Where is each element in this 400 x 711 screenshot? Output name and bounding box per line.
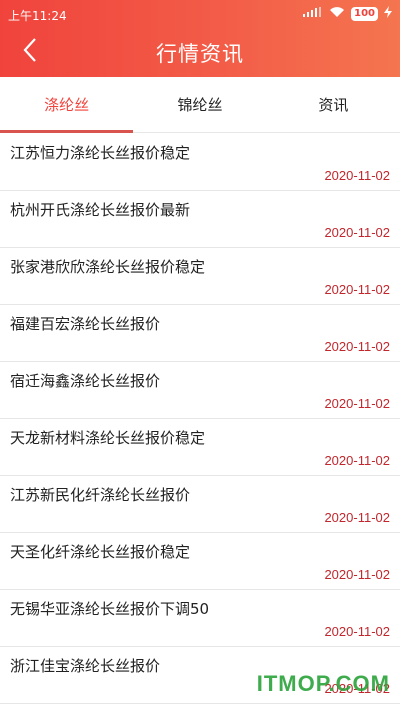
- status-icons: 100: [303, 6, 392, 21]
- item-title: 宿迁海鑫涤纶长丝报价: [10, 372, 161, 390]
- item-title: 福建百宏涤纶长丝报价: [10, 315, 161, 333]
- item-title: 浙江佳宝涤纶长丝报价: [10, 657, 161, 675]
- list-item[interactable]: 天圣化纤涤纶长丝报价稳定 2020-11-02: [0, 533, 400, 590]
- item-title: 无锡华亚涤纶长丝报价下调50: [10, 600, 210, 618]
- signal-icon: [303, 7, 323, 20]
- list-item[interactable]: 江苏新民化纤涤纶长丝报价 2020-11-02: [0, 476, 400, 533]
- item-date: 2020-11-02: [324, 624, 390, 639]
- tab-polyester[interactable]: 涤纶丝: [0, 77, 134, 133]
- item-title: 江苏恒力涤纶长丝报价稳定: [10, 144, 191, 162]
- list-item[interactable]: 无锡华亚涤纶长丝报价下调50 2020-11-02: [0, 590, 400, 647]
- item-date: 2020-11-02: [324, 396, 390, 411]
- watermark: ITMOP.COM: [256, 671, 390, 696]
- wifi-icon: [329, 6, 345, 21]
- charging-icon: [384, 6, 392, 21]
- tab-nylon[interactable]: 锦纶丝: [133, 77, 266, 132]
- list-item[interactable]: 福建百宏涤纶长丝报价 2020-11-02: [0, 305, 400, 362]
- status-time: 上午11:24: [8, 9, 67, 23]
- item-title: 张家港欣欣涤纶长丝报价稳定: [10, 258, 206, 276]
- app-header: 上午11:24 100 行情资讯: [0, 0, 400, 77]
- item-title: 天圣化纤涤纶长丝报价稳定: [10, 543, 191, 561]
- page-title: 行情资讯: [156, 42, 244, 66]
- item-title: 天龙新材料涤纶长丝报价稳定: [10, 429, 206, 447]
- item-date: 2020-11-02: [324, 168, 390, 183]
- item-date: 2020-11-02: [324, 339, 390, 354]
- list-item[interactable]: 杭州开氏涤纶长丝报价最新 2020-11-02: [0, 191, 400, 248]
- news-list: 江苏恒力涤纶长丝报价稳定 2020-11-02 杭州开氏涤纶长丝报价最新 202…: [0, 134, 400, 704]
- item-date: 2020-11-02: [324, 282, 390, 297]
- item-date: 2020-11-02: [324, 510, 390, 525]
- list-item[interactable]: 天龙新材料涤纶长丝报价稳定 2020-11-02: [0, 419, 400, 476]
- list-item[interactable]: 宿迁海鑫涤纶长丝报价 2020-11-02: [0, 362, 400, 419]
- item-date: 2020-11-02: [324, 225, 390, 240]
- list-item[interactable]: 江苏恒力涤纶长丝报价稳定 2020-11-02: [0, 134, 400, 191]
- tab-news[interactable]: 资讯: [267, 77, 400, 132]
- item-title: 杭州开氏涤纶长丝报价最新: [10, 201, 191, 219]
- item-title: 江苏新民化纤涤纶长丝报价: [10, 486, 191, 504]
- item-date: 2020-11-02: [324, 453, 390, 468]
- category-tabs: 涤纶丝 锦纶丝 资讯: [0, 77, 400, 133]
- title-bar: 行情资讯: [0, 28, 400, 77]
- status-bar: 上午11:24 100: [0, 0, 400, 28]
- item-date: 2020-11-02: [324, 567, 390, 582]
- list-item[interactable]: 张家港欣欣涤纶长丝报价稳定 2020-11-02: [0, 248, 400, 305]
- battery-indicator: 100: [351, 6, 378, 21]
